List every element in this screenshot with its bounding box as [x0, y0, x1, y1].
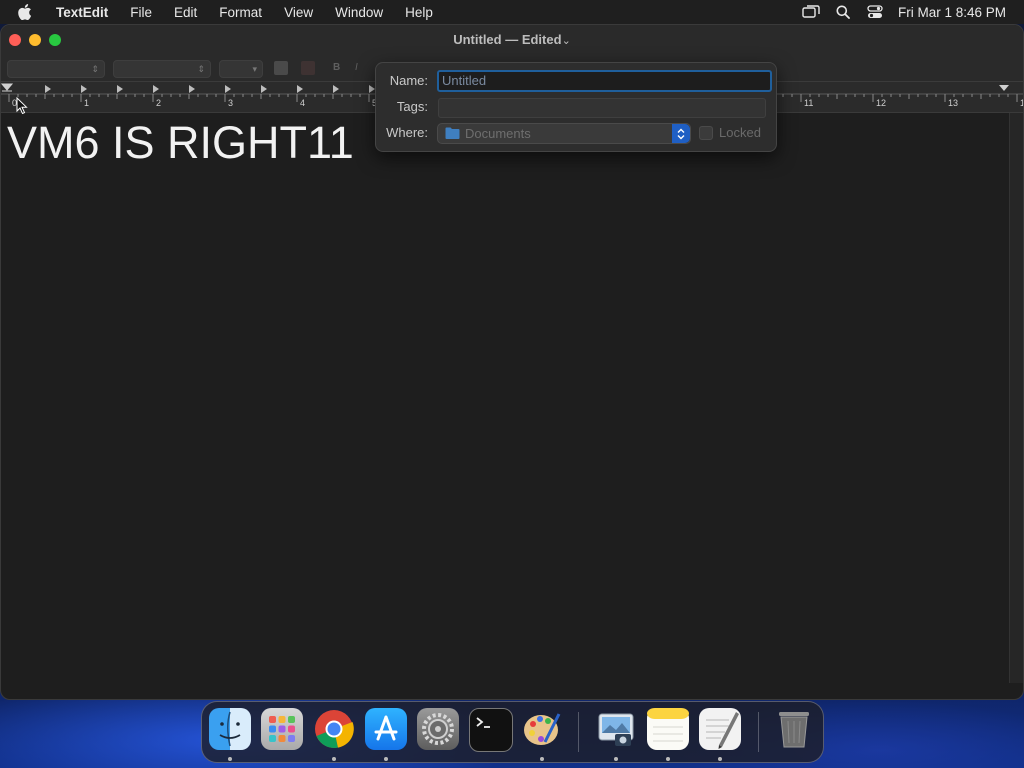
dock-app-terminal[interactable]	[469, 708, 513, 752]
document-text[interactable]: VM6 IS RIGHT11	[7, 117, 354, 169]
menu-file[interactable]: File	[119, 5, 163, 20]
vertical-scrollbar[interactable]	[1009, 113, 1023, 683]
dock-separator	[758, 712, 759, 752]
dock-app-preview[interactable]	[595, 708, 637, 750]
tab-stop-marker[interactable]	[225, 85, 231, 93]
ruler-label: 12	[876, 98, 886, 108]
running-indicator	[332, 757, 336, 761]
dock-app-finder[interactable]	[209, 708, 251, 750]
menu-app-name[interactable]: TextEdit	[50, 5, 119, 20]
gear-icon	[422, 713, 454, 745]
search-icon[interactable]	[834, 4, 852, 20]
running-indicator	[666, 757, 670, 761]
tab-stop-marker[interactable]	[333, 85, 339, 93]
tags-label: Tags:	[396, 99, 428, 114]
popup-arrows-icon: ⇕	[91, 64, 99, 74]
left-indent-marker[interactable]	[1, 83, 14, 92]
window-title-text: Untitled — Edited	[453, 32, 562, 47]
running-indicator	[228, 757, 232, 761]
ruler-label: 3	[228, 98, 233, 108]
tab-stop-marker[interactable]	[297, 85, 303, 93]
notes-icon	[647, 708, 689, 742]
tags-input[interactable]	[438, 98, 766, 118]
menubar-clock[interactable]: Fri Mar 1 8:46 PM	[898, 5, 1006, 20]
tab-stop-marker[interactable]	[45, 85, 51, 93]
name-input[interactable]: Untitled	[437, 70, 772, 92]
ruler-label: 11	[804, 98, 813, 108]
dock-app-chrome[interactable]	[313, 708, 355, 750]
folder-icon	[445, 127, 460, 139]
dock-app-system-settings[interactable]	[417, 708, 459, 750]
preview-photos-icon	[598, 713, 634, 746]
tab-stop-marker[interactable]	[153, 85, 159, 93]
chrome-icon	[315, 710, 354, 748]
running-indicator	[614, 757, 618, 761]
ruler-label: 4	[300, 98, 305, 108]
bold-button[interactable]: B	[333, 62, 340, 73]
locked-label: Locked	[719, 125, 761, 140]
terminal-prompt-icon	[476, 717, 490, 728]
menu-format[interactable]: Format	[208, 5, 273, 20]
text-color-well[interactable]	[274, 61, 288, 75]
right-margin-marker[interactable]	[999, 85, 1009, 91]
locked-checkbox[interactable]	[699, 126, 713, 140]
running-indicator	[540, 757, 544, 761]
menu-window[interactable]: Window	[324, 5, 394, 20]
ruler-label: 1	[84, 98, 89, 108]
name-label: Name:	[389, 73, 428, 88]
trash-icon	[779, 712, 809, 748]
dock-separator	[578, 712, 579, 752]
app-store-icon	[374, 715, 398, 741]
italic-button[interactable]: I	[355, 62, 358, 73]
background-color-well[interactable]	[301, 61, 315, 75]
dock-trash[interactable]	[773, 708, 815, 750]
mouse-pointer-icon	[16, 97, 28, 115]
launchpad-grid-icon	[269, 716, 295, 742]
tab-stop-marker[interactable]	[261, 85, 267, 93]
menu-edit[interactable]: Edit	[163, 5, 208, 20]
document-area[interactable]: VM6 IS RIGHT11	[1, 113, 1009, 683]
control-center-icon[interactable]	[866, 4, 884, 20]
font-family-popup[interactable]: ⇕	[113, 60, 211, 78]
dock-app-launchpad[interactable]	[261, 708, 303, 750]
chevron-up-down-icon[interactable]	[672, 124, 690, 143]
menu-view[interactable]: View	[273, 5, 324, 20]
menu-help[interactable]: Help	[394, 5, 444, 20]
running-indicator	[718, 757, 722, 761]
ruler-label: 14	[1020, 98, 1023, 108]
tab-stop-marker[interactable]	[189, 85, 195, 93]
dock	[201, 701, 824, 763]
ruler-label: 13	[948, 98, 958, 108]
tab-stop-marker[interactable]	[117, 85, 123, 93]
save-dialog-sheet: Name: Untitled Tags: Where: Documents Lo…	[375, 62, 777, 152]
apple-logo-icon[interactable]	[18, 4, 36, 20]
popup-arrows-icon: ⇕	[197, 64, 205, 74]
window-title[interactable]: Untitled — Edited⌄	[1, 32, 1023, 47]
where-location-select[interactable]: Documents	[437, 123, 691, 144]
dock-app-app-store[interactable]	[365, 708, 407, 750]
screen-mirroring-icon[interactable]	[802, 4, 820, 20]
window-titlebar[interactable]: Untitled — Edited⌄	[1, 25, 1023, 57]
dock-app-textedit[interactable]	[699, 708, 741, 750]
running-indicator	[384, 757, 388, 761]
tab-stop-marker[interactable]	[81, 85, 87, 93]
paint-palette-icon	[524, 713, 561, 745]
menu-bar: TextEdit File Edit Format View Window He…	[0, 0, 1024, 24]
dock-app-notes[interactable]	[647, 708, 689, 750]
dock-app-paintbrush[interactable]	[521, 708, 563, 750]
where-location-value: Documents	[465, 126, 531, 141]
title-chevron-down-icon[interactable]: ⌄	[562, 35, 571, 47]
font-size-popup[interactable]: ▾	[219, 60, 263, 78]
paragraph-style-popup[interactable]: ⇕	[7, 60, 105, 78]
finder-icon	[219, 711, 241, 747]
textedit-icon	[706, 712, 739, 749]
where-label: Where:	[386, 125, 428, 140]
popup-arrow-icon: ▾	[252, 64, 257, 74]
ruler-label: 2	[156, 98, 161, 108]
